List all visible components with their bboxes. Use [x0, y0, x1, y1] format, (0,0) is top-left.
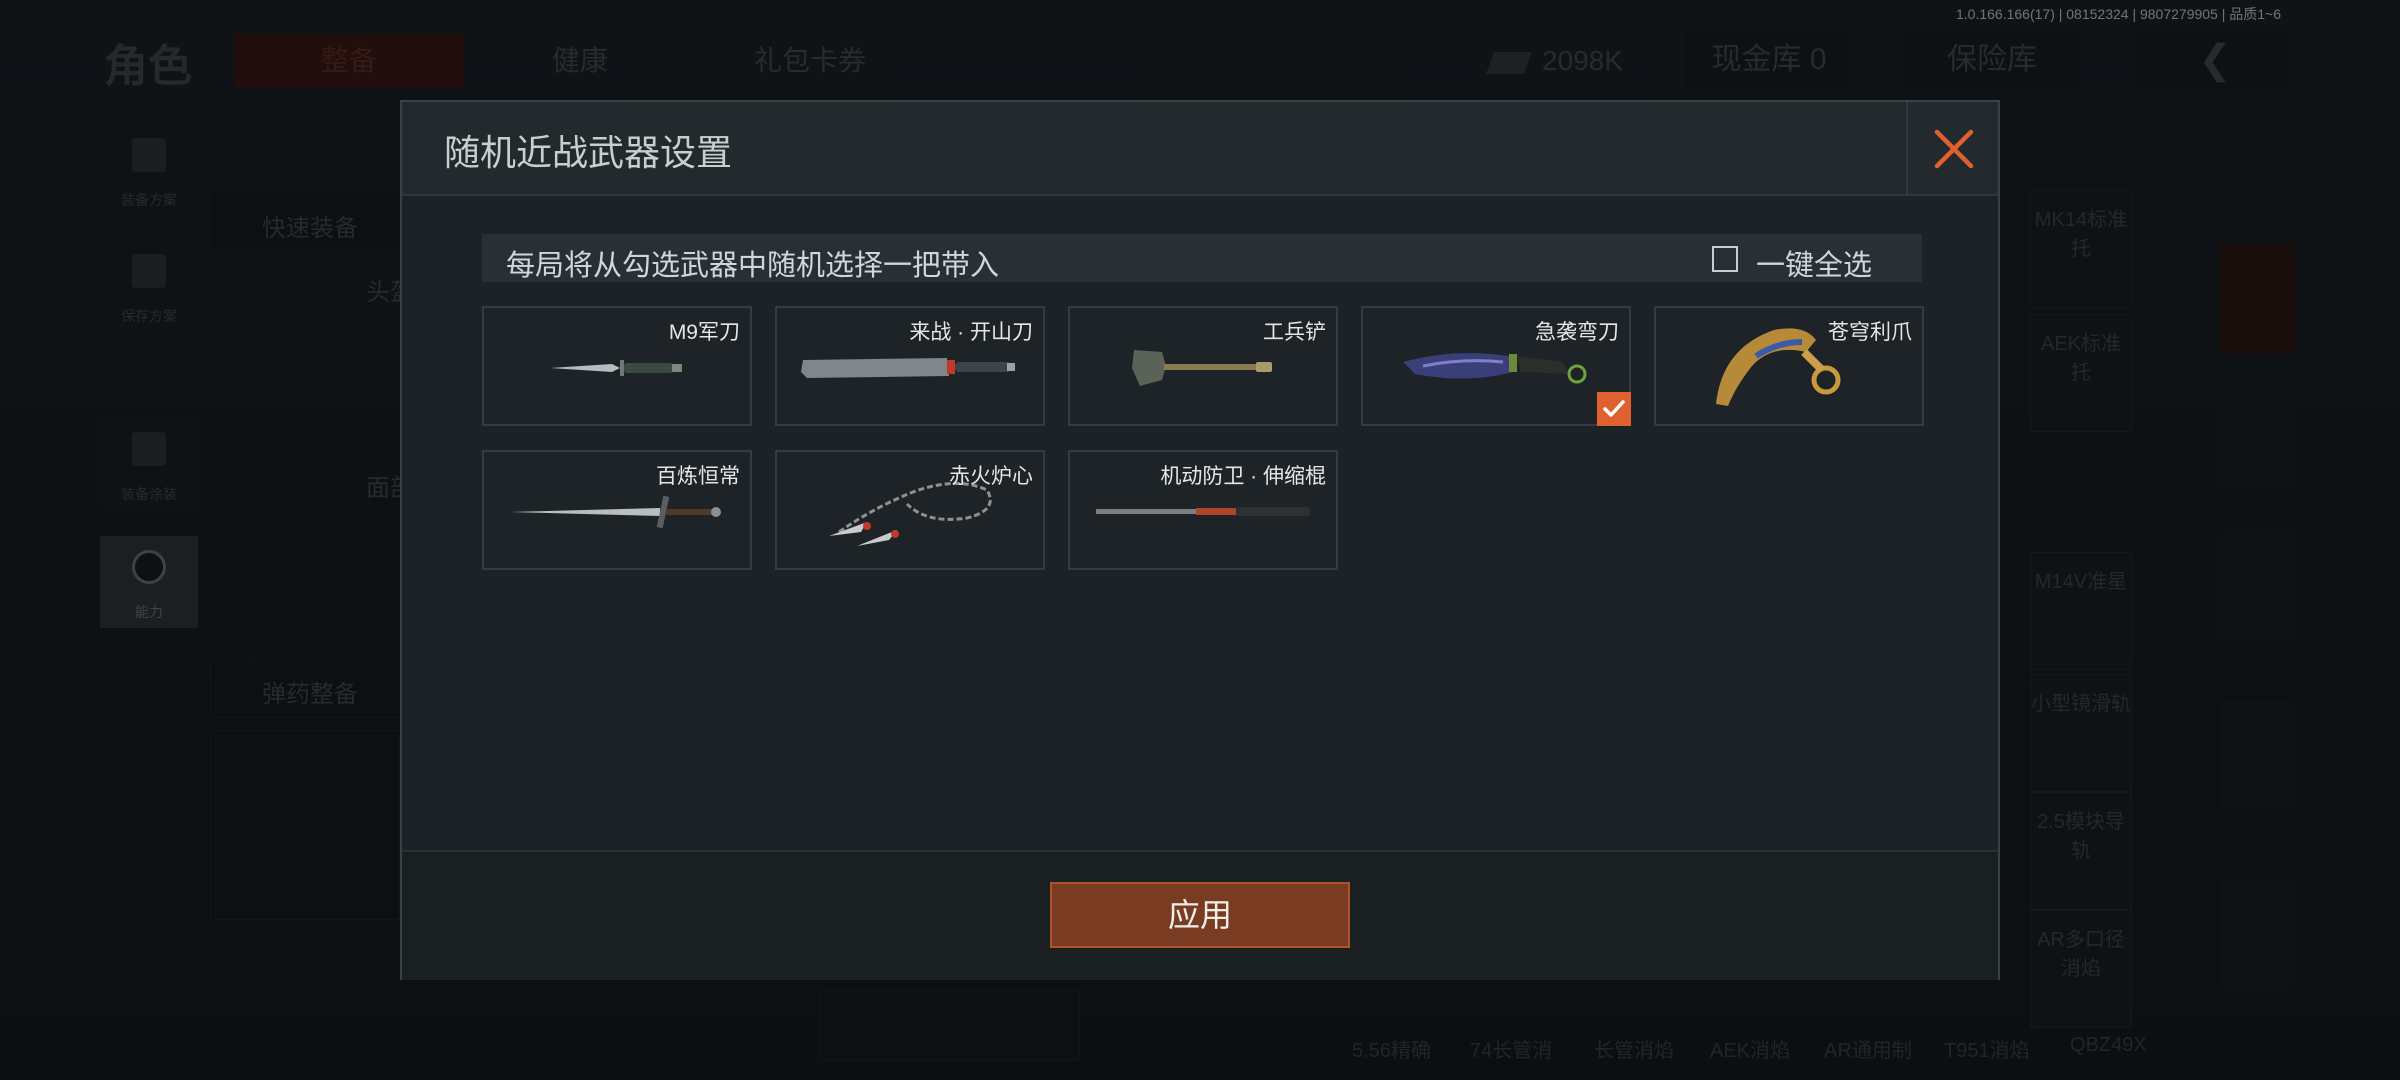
weapon-card-rope-dart[interactable]: 赤火炉心	[775, 450, 1045, 570]
weapon-name: 百炼恒常	[656, 465, 740, 488]
info-bar: 每局将从勾选武器中随机选择一把带入 一键全选	[482, 234, 1922, 282]
weapon-checkbox-checked[interactable]	[1597, 392, 1631, 426]
dialog-header: 随机近战武器设置	[402, 102, 1998, 196]
dialog-footer: 应用	[402, 850, 1998, 980]
weapon-name: 来战 · 开山刀	[909, 321, 1033, 344]
weapon-card-longsword[interactable]: 百炼恒常	[482, 450, 752, 570]
weapon-name: M9军刀	[668, 321, 740, 344]
close-button[interactable]	[1906, 102, 1998, 196]
dialog-title: 随机近战武器设置	[444, 132, 733, 173]
random-melee-settings-dialog: 随机近战武器设置 每局将从勾选武器中随机选择一把带入 一键全选 M9军刀 来战 …	[400, 100, 2000, 980]
weapon-card-kukri[interactable]: 急袭弯刀	[1361, 306, 1631, 426]
weapon-card-baton[interactable]: 机动防卫 · 伸缩棍	[1068, 450, 1338, 570]
checkbox-box[interactable]	[1712, 246, 1738, 272]
weapon-card-m9[interactable]: M9军刀	[482, 306, 752, 426]
weapon-name: 赤火炉心	[949, 465, 1033, 488]
info-text: 每局将从勾选武器中随机选择一把带入	[506, 250, 1000, 282]
close-icon	[1934, 129, 1974, 169]
select-all-checkbox[interactable]: 一键全选	[1712, 240, 1898, 282]
weapon-name: 急袭弯刀	[1535, 321, 1619, 344]
weapon-name: 苍穹利爪	[1828, 321, 1912, 344]
apply-button[interactable]: 应用	[1050, 882, 1350, 948]
weapon-name: 机动防卫 · 伸缩棍	[1160, 465, 1326, 488]
weapon-card-machete[interactable]: 来战 · 开山刀	[775, 306, 1045, 426]
weapon-name: 工兵铲	[1263, 321, 1326, 344]
weapon-card-karambit[interactable]: 苍穹利爪	[1654, 306, 1924, 426]
select-all-label: 一键全选	[1756, 250, 1873, 282]
weapon-card-shovel[interactable]: 工兵铲	[1068, 306, 1338, 426]
check-icon	[1603, 400, 1625, 417]
